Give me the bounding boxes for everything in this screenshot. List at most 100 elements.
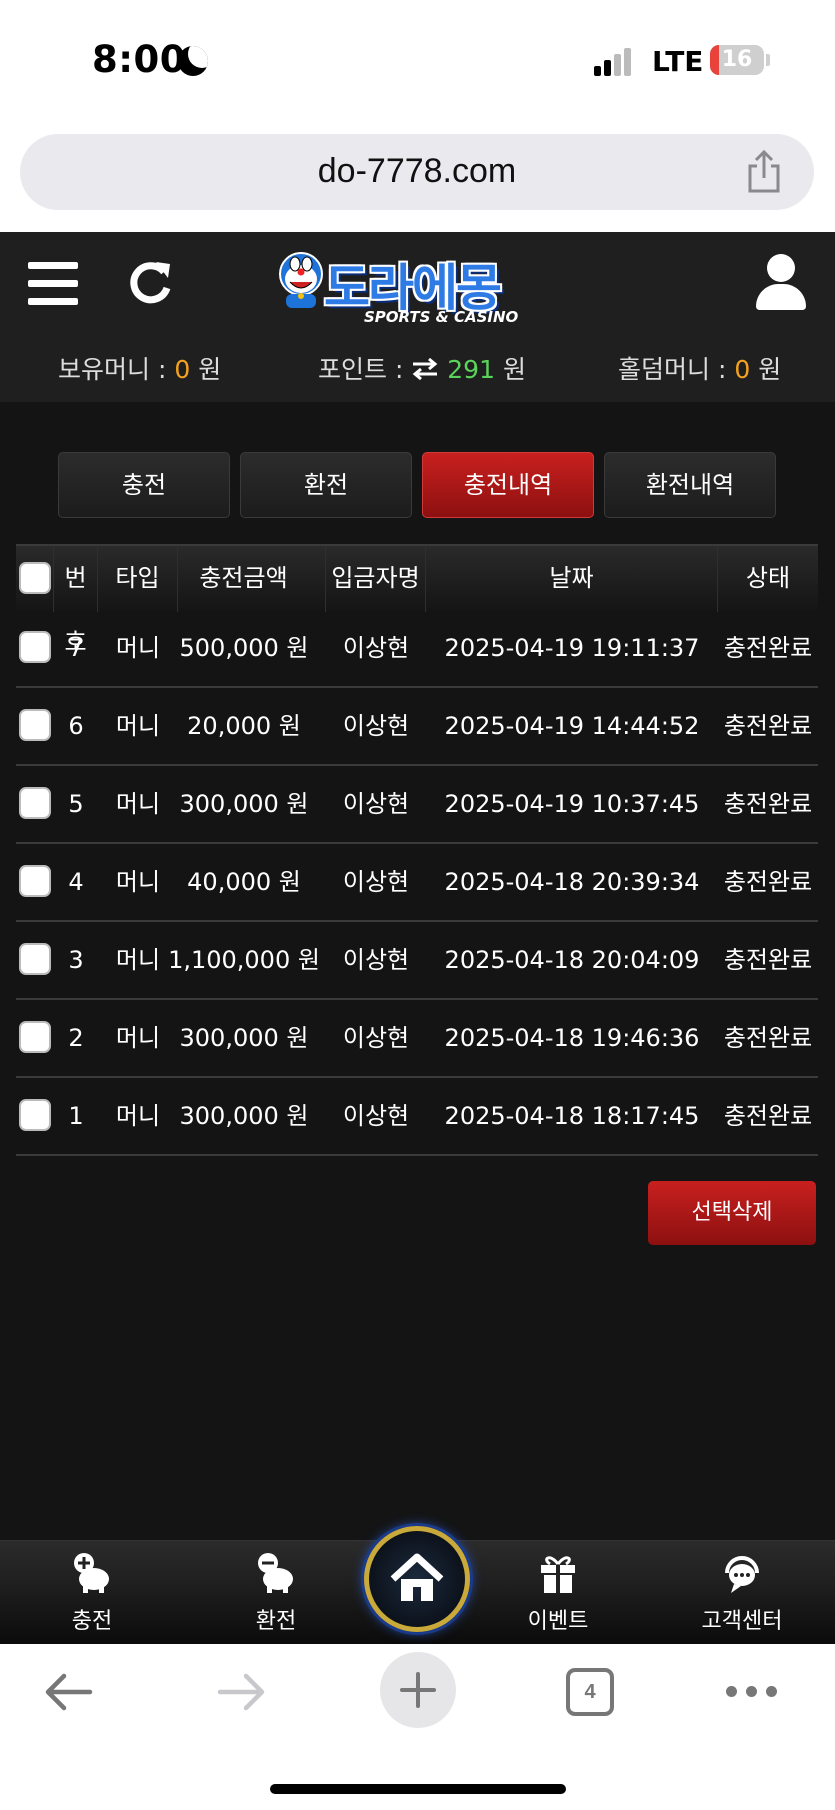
cell-amount: 300,000 원 [179, 1102, 309, 1130]
row-checkbox[interactable] [19, 865, 51, 897]
more-options-icon[interactable] [726, 1686, 778, 1698]
site-logo[interactable]: 도라에몽 SPORTS & CASINO [276, 248, 560, 332]
cell-depositor: 이상현 [342, 1102, 410, 1130]
header-number: 번호 [54, 546, 98, 656]
table-row: 4 머니 40,000 원 이상현 2025-04-18 20:39:34 충전완료 [16, 844, 818, 922]
cell-date: 2025-04-19 19:11:37 [444, 634, 700, 662]
user-profile-icon[interactable] [756, 254, 806, 310]
select-all-checkbox[interactable] [19, 562, 51, 594]
moon-icon [178, 46, 208, 76]
row-checkbox[interactable] [19, 1021, 51, 1053]
logo-subtitle: SPORTS & CASINO [364, 308, 519, 326]
holdem-value: 0 [734, 355, 751, 384]
url-bar[interactable]: do-7778.com [20, 134, 814, 210]
table-body: 7 머니 500,000 원 이상현 2025-04-19 19:11:37 충전완료 6 머… [16, 610, 818, 1156]
nav-exchange[interactable]: 환전 [216, 1541, 336, 1645]
row-checkbox[interactable] [19, 631, 51, 663]
cell-amount: 500,000 원 [179, 634, 309, 662]
cell-date: 2025-04-18 19:46:36 [444, 1024, 700, 1052]
point-balance: 포인트 : 291 원 [318, 350, 526, 386]
tab-charge-history[interactable]: 충전내역 [422, 452, 594, 518]
header-select-cell [16, 546, 54, 612]
nav-event[interactable]: 이벤트 [498, 1541, 618, 1645]
hamburger-menu-icon[interactable] [28, 262, 78, 306]
tab-charge[interactable]: 충전 [58, 452, 230, 518]
back-arrow-icon[interactable] [42, 1672, 94, 1712]
cell-status: 충전완료 [723, 1102, 813, 1130]
holdem-balance: 홀덤머니 : 0 원 [618, 350, 781, 386]
piggy-bank-plus-icon [74, 1553, 109, 1593]
status-bar: 8:00 LTE 16 [0, 0, 835, 128]
tab-exchange-history[interactable]: 환전내역 [604, 452, 776, 518]
cell-date: 2025-04-18 20:04:09 [444, 946, 700, 974]
gift-icon [541, 1556, 575, 1593]
cell-status: 충전완료 [723, 946, 813, 974]
refresh-icon[interactable] [124, 258, 176, 310]
url-text: do-7778.com [317, 152, 517, 190]
cell-depositor: 이상현 [342, 634, 410, 662]
point-label: 포인트 : [318, 355, 404, 384]
nav-event-label: 이벤트 [527, 1609, 589, 1634]
money-value: 0 [174, 355, 191, 384]
cell-depositor: 이상현 [342, 712, 410, 740]
delete-selected-button[interactable]: 선택삭제 [648, 1181, 816, 1245]
row-checkbox[interactable] [19, 1099, 51, 1131]
forward-arrow-icon[interactable] [216, 1672, 268, 1712]
money-label: 보유머니 : [58, 355, 167, 384]
tab-exchange[interactable]: 환전 [240, 452, 412, 518]
cell-depositor: 이상현 [342, 1024, 410, 1052]
cell-number: 1 [68, 1102, 84, 1130]
cell-number: 4 [68, 868, 84, 896]
cell-number: 2 [68, 1024, 84, 1052]
status-time: 8:00 [92, 38, 187, 81]
nav-exchange-label: 환전 [255, 1609, 297, 1634]
doraemon-logo-icon [279, 252, 323, 308]
share-icon[interactable] [744, 150, 784, 194]
nav-support-label: 고객센터 [701, 1609, 783, 1634]
point-value: 291 [447, 355, 495, 384]
cell-depositor: 이상현 [342, 946, 410, 974]
tab-switcher-button[interactable]: 4 [566, 1668, 614, 1716]
row-checkbox[interactable] [19, 943, 51, 975]
battery-icon: 16 [710, 45, 764, 75]
cell-date: 2025-04-18 20:39:34 [444, 868, 700, 896]
network-type: LTE [652, 45, 704, 78]
point-unit: 원 [502, 355, 526, 384]
balance-row: 보유머니 : 0 원 포인트 : 291 원 홀덤머니 : 0 원 [0, 350, 835, 390]
battery-percent: 16 [721, 47, 753, 72]
cell-status: 충전완료 [723, 1024, 813, 1052]
new-tab-button[interactable] [380, 1652, 456, 1728]
cell-status: 충전완료 [723, 790, 813, 818]
table-header: 번호 타입 충전금액 입금자명 날짜 상태 [16, 544, 818, 656]
table-row: 6 머니 20,000 원 이상현 2025-04-19 14:44:52 충전완료 [16, 688, 818, 766]
home-button[interactable] [364, 1526, 470, 1632]
cell-amount: 300,000 원 [179, 1024, 309, 1052]
cell-amount: 20,000 원 [187, 712, 301, 740]
cell-number: 6 [68, 712, 84, 740]
convert-arrows-icon[interactable] [411, 357, 439, 381]
piggy-bank-minus-icon [258, 1553, 293, 1593]
table-row: 2 머니 300,000 원 이상현 2025-04-18 19:46:36 충전완료 [16, 1000, 818, 1078]
nav-support[interactable]: 고객센터 [682, 1541, 802, 1645]
table-row: 1 머니 300,000 원 이상현 2025-04-18 18:17:45 충전완료 [16, 1078, 818, 1156]
cell-date: 2025-04-19 14:44:52 [444, 712, 700, 740]
money-balance: 보유머니 : 0 원 [58, 350, 221, 386]
row-checkbox[interactable] [19, 787, 51, 819]
tab-bar: 충전 환전 충전내역 환전내역 [58, 452, 778, 518]
header-depositor: 입금자명 [326, 546, 426, 612]
cell-status: 충전완료 [723, 712, 813, 740]
header-amount: 충전금액 [162, 546, 326, 612]
cell-amount: 300,000 원 [179, 790, 309, 818]
header-status: 상태 [745, 564, 791, 592]
nav-charge[interactable]: 충전 [32, 1541, 152, 1645]
site-header: 도라에몽 SPORTS & CASINO 보유머니 : 0 원 포인트 : 29… [0, 232, 835, 402]
nav-charge-label: 충전 [71, 1609, 113, 1634]
charge-history-table: 번호 타입 충전금액 입금자명 날짜 상태 7 머니 500,000 원 이상현 202… [16, 544, 818, 1156]
row-checkbox[interactable] [19, 709, 51, 741]
home-indicator [270, 1784, 566, 1794]
cell-amount: 1,100,000 원 [168, 946, 320, 974]
cell-number: 3 [68, 946, 84, 974]
table-row: 5 머니 300,000 원 이상현 2025-04-19 10:37:45 충전완료 [16, 766, 818, 844]
cell-depositor: 이상현 [342, 790, 410, 818]
cell-depositor: 이상현 [342, 868, 410, 896]
